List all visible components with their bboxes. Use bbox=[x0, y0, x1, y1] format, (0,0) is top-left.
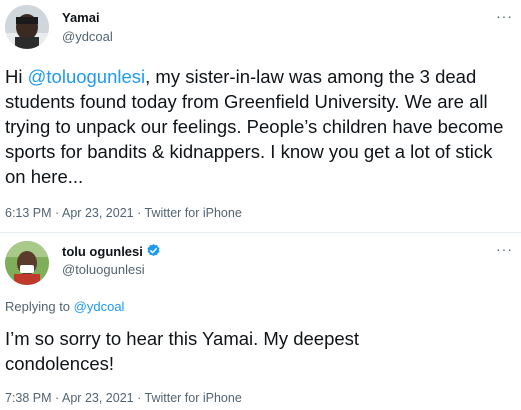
separator: · bbox=[55, 391, 60, 405]
display-name-row: tolu ogunlesi bbox=[62, 243, 161, 261]
more-options-icon[interactable]: ··· bbox=[496, 8, 513, 24]
avatar-photo-icon bbox=[5, 241, 49, 285]
tweet-time[interactable]: 6:13 PM bbox=[5, 206, 52, 220]
verified-badge-icon bbox=[146, 243, 161, 261]
tweet-meta: 6:13 PM · Apr 23, 2021 · Twitter for iPh… bbox=[5, 206, 242, 220]
tweet-text: I’m so sorry to hear this Yamai. My deep… bbox=[5, 328, 360, 374]
separator: · bbox=[137, 206, 142, 220]
tweet-date[interactable]: Apr 23, 2021 bbox=[62, 206, 134, 220]
tweet-date[interactable]: Apr 23, 2021 bbox=[62, 391, 134, 405]
tweet-source[interactable]: Twitter for iPhone bbox=[145, 391, 242, 405]
user-handle[interactable]: @ydcoal bbox=[62, 29, 113, 44]
separator: · bbox=[55, 206, 60, 220]
replying-to: Replying to @ydcoal bbox=[5, 299, 124, 314]
tweet-reply: tolu ogunlesi @toluogunlesi ··· Replying… bbox=[0, 233, 521, 410]
tweet-text: Hi @toluogunlesi, my sister-in-law was a… bbox=[5, 64, 518, 189]
separator: · bbox=[137, 391, 142, 405]
tweet-time[interactable]: 7:38 PM bbox=[5, 391, 52, 405]
display-name[interactable]: tolu ogunlesi bbox=[62, 244, 143, 259]
replying-to-label: Replying to bbox=[5, 299, 74, 314]
more-options-icon[interactable]: ··· bbox=[496, 241, 513, 257]
avatar-photo-icon bbox=[5, 5, 49, 49]
tweet-text-start: Hi bbox=[5, 66, 28, 87]
tweet-source[interactable]: Twitter for iPhone bbox=[145, 206, 242, 220]
tweet-meta: 7:38 PM · Apr 23, 2021 · Twitter for iPh… bbox=[5, 391, 242, 405]
user-handle[interactable]: @toluogunlesi bbox=[62, 262, 145, 277]
replying-to-mention[interactable]: @ydcoal bbox=[74, 299, 125, 314]
mention-link[interactable]: @toluogunlesi bbox=[28, 66, 146, 87]
avatar[interactable] bbox=[5, 241, 49, 285]
avatar[interactable] bbox=[5, 5, 49, 49]
tweet-original: Yamai @ydcoal ··· Hi @toluogunlesi, my s… bbox=[0, 0, 521, 232]
display-name[interactable]: Yamai bbox=[62, 10, 100, 25]
